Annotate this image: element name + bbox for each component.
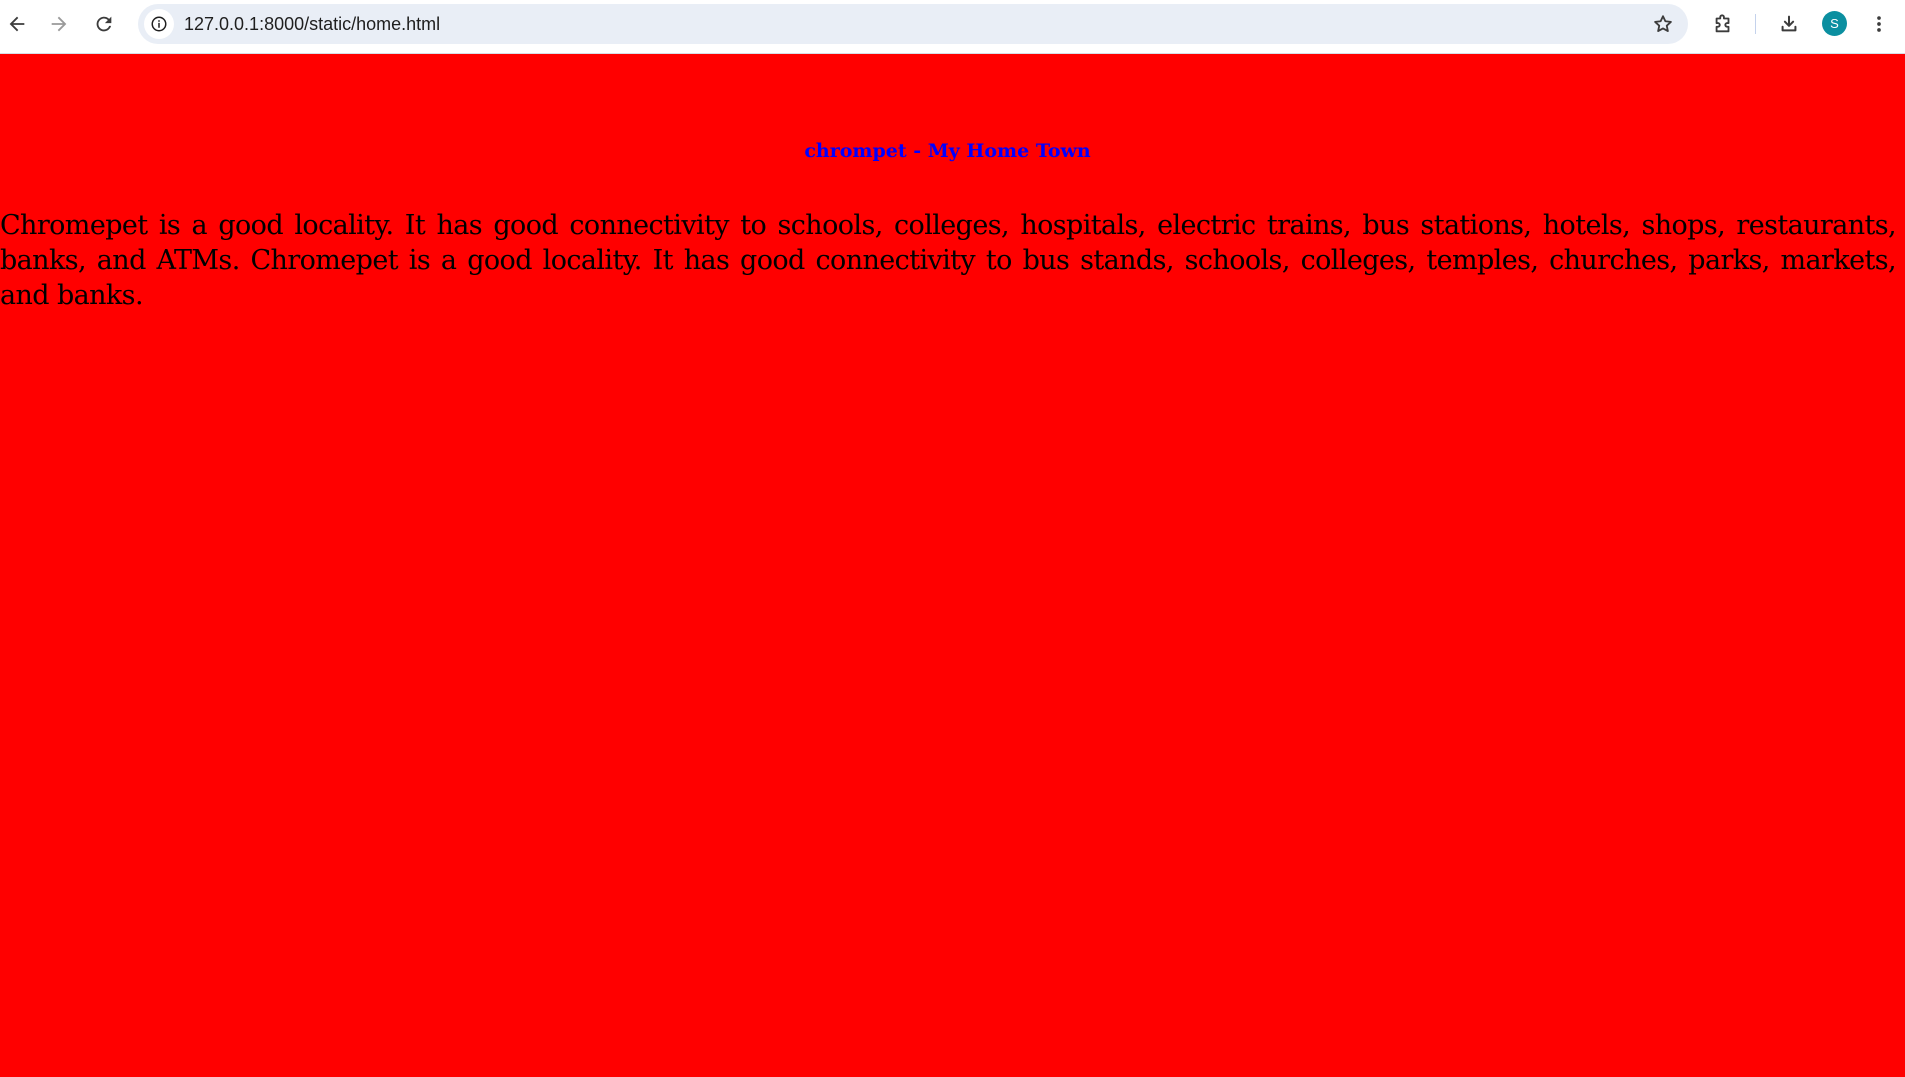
site-info-button[interactable] (144, 9, 174, 39)
page-content: chrompet - My Home Town Chromepet is a g… (0, 54, 1905, 1077)
extensions-icon (1715, 14, 1730, 33)
browser-menu-button[interactable] (1862, 6, 1896, 42)
back-button[interactable] (0, 6, 34, 42)
forward-button[interactable] (42, 6, 76, 42)
forward-arrow-icon (51, 16, 67, 32)
back-arrow-icon (9, 16, 25, 32)
info-icon (151, 16, 167, 32)
reload-icon (96, 16, 112, 32)
address-bar[interactable]: 127.0.0.1:8000/static/home.html (138, 4, 1688, 44)
extensions-button[interactable] (1706, 6, 1740, 42)
download-icon (1781, 15, 1797, 32)
page-paragraph: Chromepet is a good locality. It has goo… (0, 210, 1897, 311)
bookmark-button[interactable] (1648, 9, 1678, 39)
page-heading: chrompet - My Home Town (804, 140, 1091, 162)
kebab-menu-icon (1877, 16, 1881, 32)
reload-button[interactable] (87, 6, 121, 42)
profile-avatar[interactable]: S (1822, 11, 1847, 36)
toolbar-separator (1755, 14, 1756, 34)
star-icon (1654, 15, 1672, 32)
url-text[interactable]: 127.0.0.1:8000/static/home.html (184, 4, 440, 44)
browser-toolbar: 127.0.0.1:8000/static/home.html S (0, 0, 1905, 54)
downloads-button[interactable] (1772, 6, 1806, 42)
